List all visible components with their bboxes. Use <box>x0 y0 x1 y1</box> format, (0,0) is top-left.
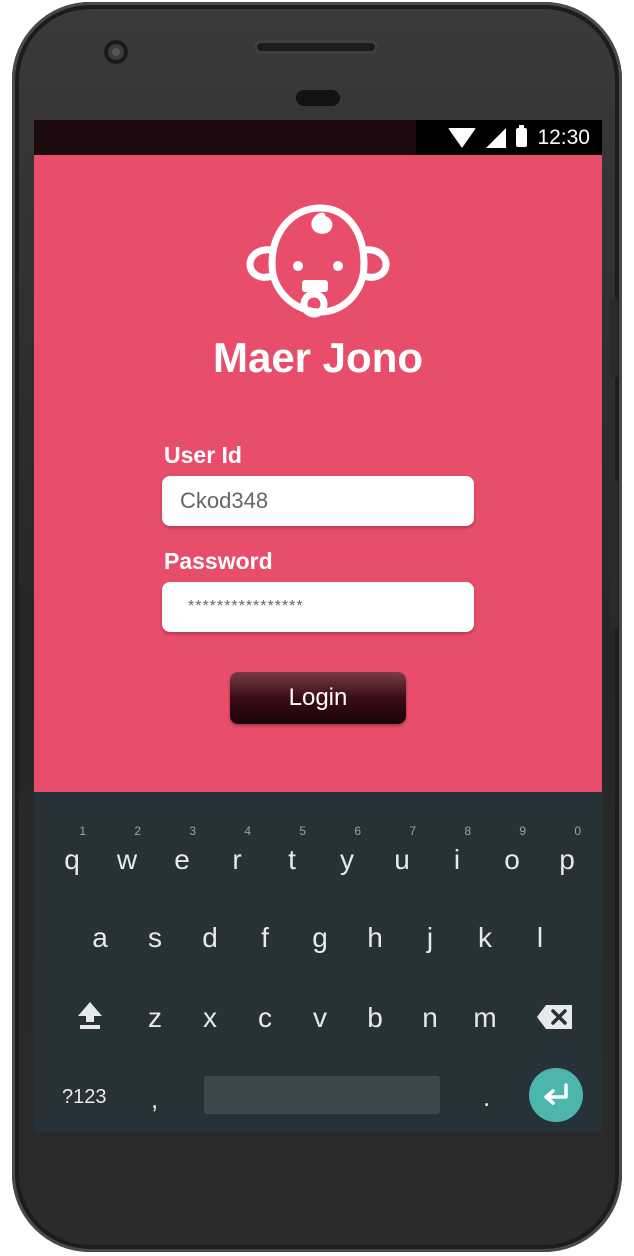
key-hint: 4 <box>244 824 251 838</box>
key-e[interactable]: 3e <box>156 824 208 884</box>
enter-button[interactable] <box>529 1068 583 1122</box>
soft-keyboard: 1q 2w 3e 4r 5t 6y 7u 8i 9o 0p a s d f g … <box>34 792 602 1132</box>
period-key[interactable]: . <box>483 1082 490 1113</box>
key-i[interactable]: 8i <box>431 824 483 884</box>
key-hint: 2 <box>134 824 141 838</box>
key-label: l <box>536 922 544 953</box>
key-label: r <box>232 844 242 875</box>
key-label: n <box>422 1002 438 1033</box>
earpiece-speaker <box>254 40 378 54</box>
key-hint: 3 <box>189 824 196 838</box>
login-button[interactable]: Login <box>230 672 406 724</box>
key-label: d <box>202 922 218 953</box>
key-label: p <box>559 844 575 875</box>
key-n[interactable]: n <box>404 982 456 1042</box>
key-hint: 9 <box>519 824 526 838</box>
key-label: v <box>313 1002 327 1033</box>
key-o[interactable]: 9o <box>486 824 538 884</box>
app-title: Maer Jono <box>212 334 424 381</box>
key-label: s <box>148 922 162 953</box>
key-label: w <box>116 844 138 875</box>
key-label: h <box>367 922 383 953</box>
key-w[interactable]: 2w <box>101 824 153 884</box>
key-label: j <box>426 922 434 953</box>
key-s[interactable]: s <box>129 902 181 962</box>
key-hint: 6 <box>354 824 361 838</box>
key-b[interactable]: b <box>349 982 401 1042</box>
key-label: u <box>394 844 410 875</box>
volume-button <box>610 480 618 630</box>
password-field[interactable]: **************** <box>162 582 474 632</box>
key-hint: 0 <box>574 824 581 838</box>
key-label: z <box>148 1002 162 1033</box>
key-d[interactable]: d <box>184 902 236 962</box>
key-f[interactable]: f <box>239 902 291 962</box>
shift-icon[interactable] <box>76 1000 104 1030</box>
status-time: 12:30 <box>537 125 590 149</box>
key-l[interactable]: l <box>514 902 566 962</box>
user-id-label: User Id <box>164 442 242 468</box>
wifi-icon <box>448 127 477 148</box>
key-t[interactable]: 5t <box>266 824 318 884</box>
signal-icon <box>486 127 507 148</box>
key-label: m <box>473 1002 497 1033</box>
proximity-sensor <box>296 90 340 106</box>
key-label: o <box>504 844 520 875</box>
key-c[interactable]: c <box>239 982 291 1042</box>
key-r[interactable]: 4r <box>211 824 263 884</box>
key-hint: 5 <box>299 824 306 838</box>
user-id-field[interactable]: Ckod348 <box>162 476 474 526</box>
key-g[interactable]: g <box>294 902 346 962</box>
key-label: k <box>478 922 492 953</box>
key-label: b <box>367 1002 383 1033</box>
key-v[interactable]: v <box>294 982 346 1042</box>
key-j[interactable]: j <box>404 902 456 962</box>
key-label: f <box>261 922 269 953</box>
key-u[interactable]: 7u <box>376 824 428 884</box>
key-label: q <box>64 844 80 875</box>
password-value: **************** <box>188 598 304 615</box>
key-label: e <box>174 844 190 875</box>
key-y[interactable]: 6y <box>321 824 373 884</box>
key-k[interactable]: k <box>459 902 511 962</box>
password-label: Password <box>164 548 273 574</box>
space-bar[interactable] <box>204 1076 440 1114</box>
key-label: g <box>312 922 328 953</box>
user-id-value: Ckod348 <box>180 488 269 513</box>
key-z[interactable]: z <box>129 982 181 1042</box>
status-bar: 12:30 <box>34 120 602 155</box>
key-q[interactable]: 1q <box>46 824 98 884</box>
front-camera <box>104 40 128 64</box>
key-h[interactable]: h <box>349 902 401 962</box>
key-label: y <box>340 844 354 875</box>
key-label: c <box>258 1002 272 1033</box>
app-screen: 12:30 Maer Jono User Id Ckod348 Password… <box>34 120 602 1132</box>
symbols-key[interactable]: ?123 <box>62 1086 107 1109</box>
key-label: a <box>92 922 108 953</box>
key-label: t <box>288 844 296 875</box>
baby-face-icon <box>246 204 390 318</box>
key-a[interactable]: a <box>74 902 126 962</box>
power-button <box>610 298 618 378</box>
key-label: i <box>453 844 461 875</box>
key-label: x <box>203 1002 217 1033</box>
key-x[interactable]: x <box>184 982 236 1042</box>
enter-icon <box>544 1083 568 1105</box>
key-p[interactable]: 0p <box>541 824 593 884</box>
battery-icon <box>516 125 528 147</box>
key-m[interactable]: m <box>459 982 511 1042</box>
comma-key[interactable]: , <box>151 1084 158 1115</box>
key-hint: 8 <box>464 824 471 838</box>
backspace-icon[interactable] <box>536 1004 574 1030</box>
key-hint: 7 <box>409 824 416 838</box>
key-hint: 1 <box>79 824 86 838</box>
